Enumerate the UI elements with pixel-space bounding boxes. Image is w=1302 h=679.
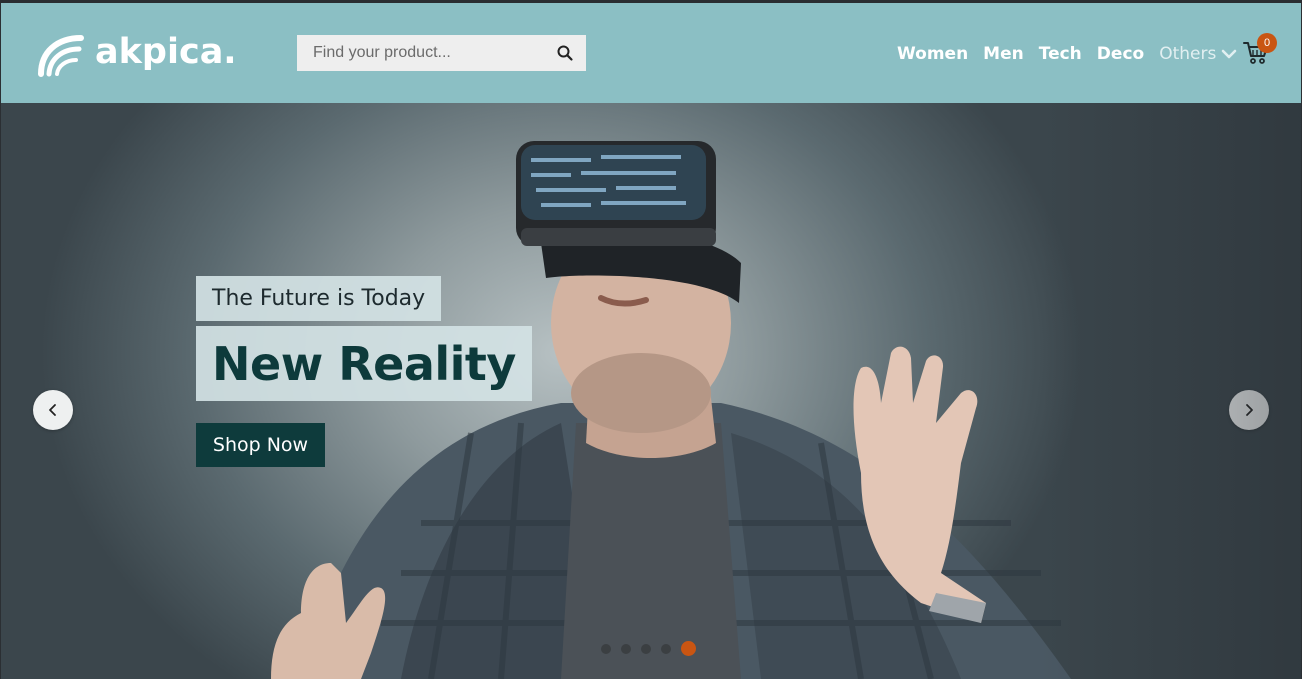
carousel-dot-4[interactable]: [661, 643, 671, 654]
chevron-left-icon: [49, 404, 56, 416]
brand-logo[interactable]: akpica.: [35, 29, 237, 79]
nav-item-tech[interactable]: Tech: [1039, 44, 1082, 64]
shop-now-button[interactable]: Shop Now: [196, 423, 325, 467]
hero-headline: New Reality: [196, 326, 532, 401]
brand-name: akpica.: [95, 31, 237, 72]
hero-tagline: The Future is Today: [196, 276, 442, 321]
search-input[interactable]: [297, 35, 542, 71]
search-icon[interactable]: [556, 44, 574, 62]
search-bar: [297, 35, 586, 71]
nav-item-others[interactable]: Others: [1159, 44, 1237, 64]
cart-count-badge: 0: [1257, 33, 1277, 53]
carousel-next-button[interactable]: [1229, 390, 1269, 430]
main-nav: Women Men Tech Deco Others: [897, 43, 1237, 65]
chevron-down-icon: [1222, 49, 1237, 59]
nav-item-women[interactable]: Women: [897, 44, 968, 64]
nav-item-deco[interactable]: Deco: [1097, 44, 1144, 64]
carousel-dot-3[interactable]: [641, 643, 651, 654]
carousel-prev-button[interactable]: [33, 390, 73, 430]
site-header: akpica. Women Men Tech Deco Others 0: [1, 3, 1301, 103]
carousel-indicators: [601, 641, 696, 656]
nav-item-others-label: Others: [1159, 44, 1217, 64]
carousel-dot-1[interactable]: [601, 643, 611, 654]
chevron-right-icon: [1246, 404, 1253, 416]
nav-item-men[interactable]: Men: [983, 44, 1024, 64]
carousel-dot-2[interactable]: [621, 643, 631, 654]
logo-wave-icon: [38, 35, 84, 77]
hero-carousel: The Future is Today New Reality Shop Now: [1, 103, 1301, 679]
carousel-dot-5[interactable]: [681, 641, 696, 656]
